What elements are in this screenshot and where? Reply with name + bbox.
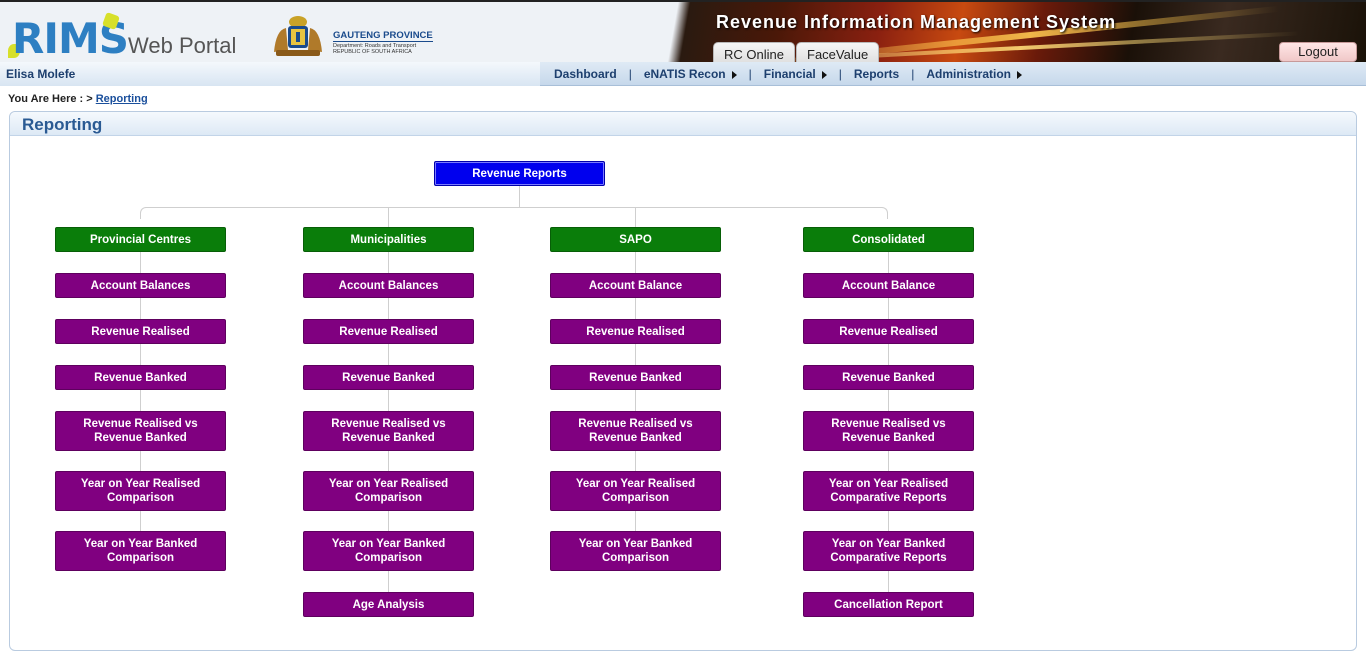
nav-separator: | xyxy=(911,67,915,81)
report-municipalities-year-on-year-realised-comparison[interactable]: Year on Year Realised Comparison xyxy=(303,471,474,511)
report-municipalities-revenue-realised[interactable]: Revenue Realised xyxy=(303,319,474,344)
report-municipalities-revenue-banked[interactable]: Revenue Banked xyxy=(303,365,474,390)
report-municipalities-account-balances[interactable]: Account Balances xyxy=(303,273,474,298)
nav-item-dashboard[interactable]: Dashboard xyxy=(554,67,617,81)
report-sapo-year-on-year-realised-comparison[interactable]: Year on Year Realised Comparison xyxy=(550,471,721,511)
category-connector xyxy=(635,207,636,228)
report-sapo-account-balance[interactable]: Account Balance xyxy=(550,273,721,298)
category-provincial-centres[interactable]: Provincial Centres xyxy=(55,227,226,252)
report-sapo-year-on-year-banked-comparison[interactable]: Year on Year Banked Comparison xyxy=(550,531,721,571)
root-connector xyxy=(519,185,520,207)
report-provincial-centres-year-on-year-banked-comparison[interactable]: Year on Year Banked Comparison xyxy=(55,531,226,571)
category-sapo[interactable]: SAPO xyxy=(550,227,721,252)
report-sapo-revenue-banked[interactable]: Revenue Banked xyxy=(550,365,721,390)
nav-item-label: Financial xyxy=(763,67,816,81)
nav-item-administration[interactable]: Administration xyxy=(926,67,1023,81)
report-consolidated-year-on-year-realised-comparative-reports[interactable]: Year on Year Realised Comparative Report… xyxy=(803,471,974,511)
submenu-arrow-icon xyxy=(731,71,737,79)
report-provincial-centres-revenue-realised-vs-revenue-banked[interactable]: Revenue Realised vs Revenue Banked xyxy=(55,411,226,451)
coat-of-arms-icon xyxy=(274,16,322,56)
category-connector xyxy=(388,207,389,228)
tab-rc-online[interactable]: RC Online xyxy=(713,42,795,62)
report-consolidated-revenue-realised[interactable]: Revenue Realised xyxy=(803,319,974,344)
report-sapo-revenue-realised[interactable]: Revenue Realised xyxy=(550,319,721,344)
nav-separator: | xyxy=(838,67,842,81)
report-provincial-centres-revenue-banked[interactable]: Revenue Banked xyxy=(55,365,226,390)
breadcrumb-prefix: You Are Here : > xyxy=(8,93,93,105)
nav-separator: | xyxy=(628,67,632,81)
report-consolidated-cancellation-report[interactable]: Cancellation Report xyxy=(803,592,974,617)
nav-item-label: Reports xyxy=(853,67,900,81)
category-consolidated[interactable]: Consolidated xyxy=(803,227,974,252)
report-consolidated-revenue-realised-vs-revenue-banked[interactable]: Revenue Realised vs Revenue Banked xyxy=(803,411,974,451)
province-underline xyxy=(333,41,433,42)
report-provincial-centres-account-balances[interactable]: Account Balances xyxy=(55,273,226,298)
report-municipalities-revenue-realised-vs-revenue-banked[interactable]: Revenue Realised vs Revenue Banked xyxy=(303,411,474,451)
nav-item-financial[interactable]: Financial xyxy=(764,67,827,81)
province-country: REPUBLIC OF SOUTH AFRICA xyxy=(333,49,412,55)
report-consolidated-year-on-year-banked-comparative-reports[interactable]: Year on Year Banked Comparative Reports xyxy=(803,531,974,571)
page-title: Reporting xyxy=(22,115,103,134)
report-consolidated-revenue-banked[interactable]: Revenue Banked xyxy=(803,365,974,390)
report-provincial-centres-revenue-realised[interactable]: Revenue Realised xyxy=(55,319,226,344)
nav-menu: Dashboard | eNATIS Recon | Financial | R… xyxy=(548,67,1028,81)
report-municipalities-age-analysis[interactable]: Age Analysis xyxy=(303,592,474,617)
current-user-name: Elisa Molefe xyxy=(6,67,76,81)
logout-button[interactable]: Logout xyxy=(1279,42,1357,62)
category-municipalities[interactable]: Municipalities xyxy=(303,227,474,252)
nav-item-enatis-recon[interactable]: eNATIS Recon xyxy=(644,67,737,81)
nav-item-reports[interactable]: Reports xyxy=(854,67,899,81)
report-municipalities-year-on-year-banked-comparison[interactable]: Year on Year Banked Comparison xyxy=(303,531,474,571)
system-title: Revenue Information Management System xyxy=(716,12,1117,32)
report-sapo-revenue-realised-vs-revenue-banked[interactable]: Revenue Realised vs Revenue Banked xyxy=(550,411,721,451)
province-name: GAUTENG PROVINCE xyxy=(333,30,433,41)
breadcrumb: You Are Here : > Reporting xyxy=(8,93,148,105)
gauteng-province-logo: GAUTENG PROVINCE Department: Roads and T… xyxy=(266,12,441,58)
report-provincial-centres-year-on-year-realised-comparison[interactable]: Year on Year Realised Comparison xyxy=(55,471,226,511)
user-bar xyxy=(0,62,540,86)
node-revenue-reports[interactable]: Revenue Reports xyxy=(434,161,605,186)
submenu-arrow-icon xyxy=(821,71,827,79)
nav-item-label: Administration xyxy=(926,67,1012,81)
app-header: RIMS Web Portal GAUTENG PROVINCE Departm… xyxy=(0,0,1366,63)
province-subtitle: Department: Roads and Transport REPUBLIC… xyxy=(333,43,416,55)
nav-separator: | xyxy=(748,67,752,81)
logo-subtitle: Web Portal xyxy=(128,33,237,58)
tab-facevalue[interactable]: FaceValue xyxy=(796,42,880,62)
category-connector xyxy=(140,207,888,219)
breadcrumb-link-reporting[interactable]: Reporting xyxy=(96,93,148,105)
nav-item-label: Dashboard xyxy=(554,67,617,81)
report-consolidated-account-balance[interactable]: Account Balance xyxy=(803,273,974,298)
nav-item-label: eNATIS Recon xyxy=(643,67,726,81)
header-banner: Revenue Information Management System RC… xyxy=(660,2,1366,62)
submenu-arrow-icon xyxy=(1017,71,1023,79)
panel-header: Reporting xyxy=(10,112,1356,136)
